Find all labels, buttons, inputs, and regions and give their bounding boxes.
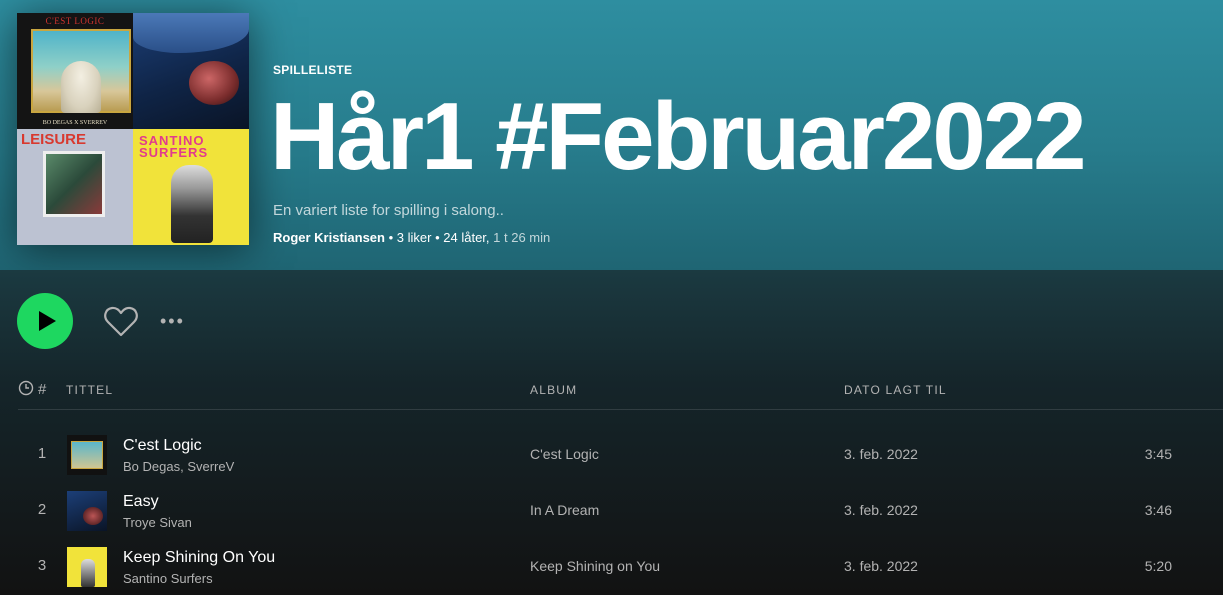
clock-icon [18,380,34,396]
cover-tile-title: C'EST LOGIC [45,16,105,26]
cover-tile-cest-logic: C'EST LOGIC BO DEGAS X SVERREV [17,13,133,129]
track-duration: 3:46 [1144,502,1172,518]
track-thumbnail [67,547,107,587]
track-artist[interactable]: Troye Sivan [123,515,192,530]
more-options-button[interactable]: ••• [160,306,194,336]
playlist-description: En variert liste for spilling i salong.. [273,202,504,219]
cover-tile-keep-shining: SANTINO SURFERS [133,129,249,245]
track-album[interactable]: In A Dream [530,502,599,518]
track-date-added: 3. feb. 2022 [844,558,918,574]
column-header-title[interactable]: TITTEL [66,383,113,397]
track-thumbnail [67,435,107,475]
cover-tile-artwork [31,29,131,113]
playlist-meta: Roger Kristiansen • 3 liker • 24 låter, … [273,230,550,245]
play-button[interactable] [17,293,73,349]
cover-tile-leisure: LEISURE [17,129,133,245]
cover-tile-side-text: LEISURE [21,131,87,148]
track-row[interactable]: 1 C'est Logic Bo Degas, SverreV C'est Lo… [18,427,1223,483]
playlist-duration: 1 t 26 min [493,230,551,245]
track-number: 3 [37,557,47,574]
track-date-added: 3. feb. 2022 [844,446,918,462]
track-number: 2 [37,501,47,518]
track-album[interactable]: C'est Logic [530,446,599,462]
cover-tile-in-a-dream [133,13,249,129]
track-date-added: 3. feb. 2022 [844,502,918,518]
track-thumbnail [67,491,107,531]
cover-tile-face [189,61,239,105]
track-number: 1 [37,445,47,462]
track-duration: 3:45 [1144,446,1172,462]
playlist-likes: 3 liker [396,230,432,245]
column-header-date-added[interactable]: DATO LAGT TIL [844,383,947,397]
track-row[interactable]: 2 Easy Troye Sivan In A Dream 3. feb. 20… [18,483,1223,539]
track-row[interactable]: 3 Keep Shining On You Santino Surfers Ke… [18,539,1223,595]
track-title[interactable]: Easy [123,493,159,511]
track-artist[interactable]: Santino Surfers [123,571,213,586]
playlist-owner-link[interactable]: Roger Kristiansen [273,230,385,245]
track-title[interactable]: Keep Shining On You [123,549,275,567]
playlist-song-count: 24 låter, [443,230,490,245]
cover-tile-text: SANTINO SURFERS [139,133,209,160]
cover-tile-photo [43,151,105,217]
track-duration: 5:20 [1144,558,1172,574]
column-header-number: # [38,381,47,398]
playlist-cover[interactable]: C'EST LOGIC BO DEGAS X SVERREV LEISURE S… [17,13,249,245]
playlist-title[interactable]: Hår1 #Februar2022 [270,82,1087,192]
heart-icon[interactable] [103,304,139,338]
track-album[interactable]: Keep Shining on You [530,558,660,574]
column-header-album[interactable]: ALBUM [530,383,577,397]
track-artist[interactable]: Bo Degas, SverreV [123,459,234,474]
playlist-type-label: SPILLELISTE [273,63,353,77]
cover-tile-sky [133,13,249,53]
cover-tile-subtitle: BO DEGAS X SVERREV [42,120,108,126]
meta-separator: • [388,230,397,245]
cover-tile-figure [171,165,213,243]
track-title[interactable]: C'est Logic [123,437,202,455]
basilica-dome [61,61,101,113]
tracklist-header: # TITTEL ALBUM DATO LAGT TIL [18,380,1223,410]
